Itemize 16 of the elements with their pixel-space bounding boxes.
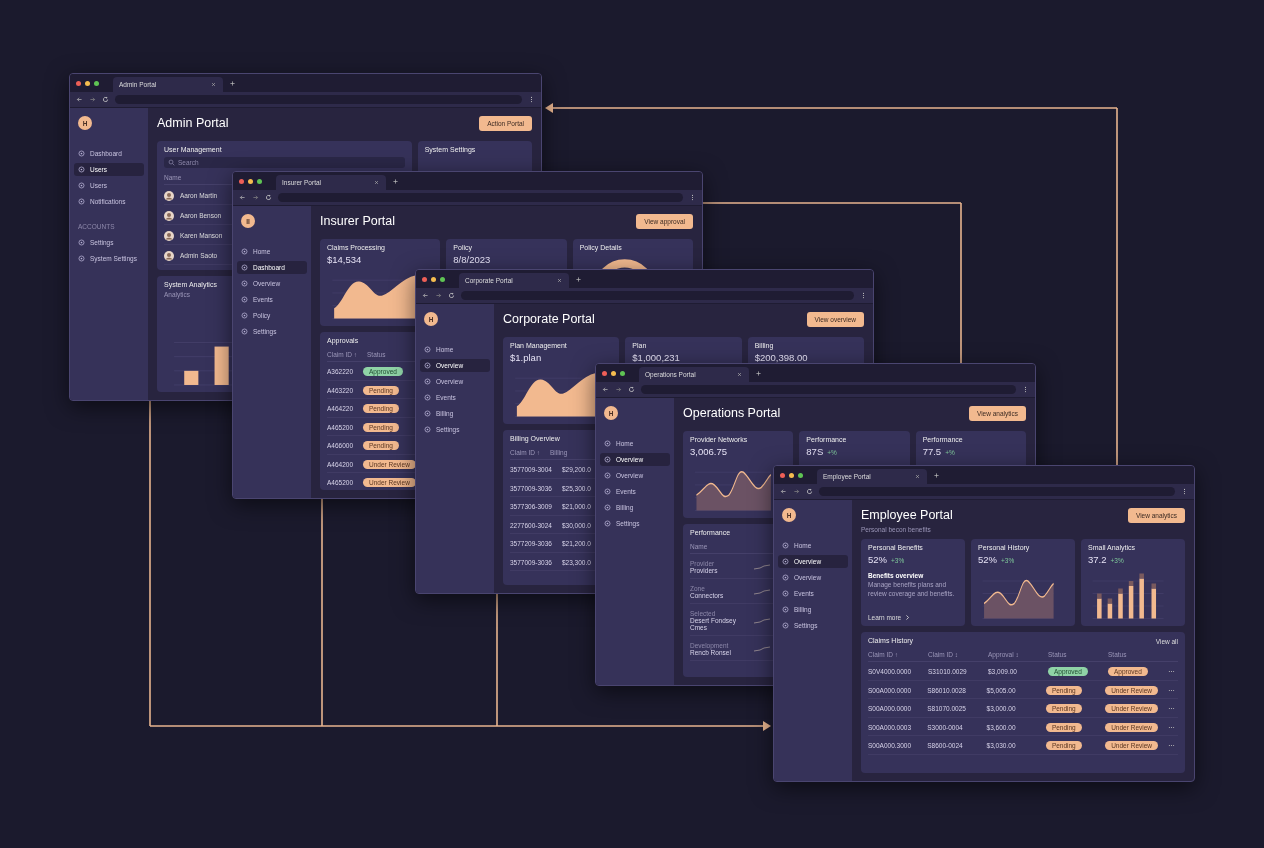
page-title: Admin Portal <box>157 116 229 130</box>
stat-value: $14,534 <box>327 254 362 265</box>
stat-value: 87S <box>806 446 824 457</box>
stat-value: $200,398.00 <box>754 352 808 363</box>
page-title: Insurer Portal <box>320 214 396 228</box>
stat-value: 77.5 <box>922 446 942 457</box>
stat-value: 52% <box>978 554 997 565</box>
page-title: Operations Portal <box>683 406 781 420</box>
stat-value: 3,006.75 <box>690 446 727 457</box>
page-title: Corporate Portal <box>503 312 595 326</box>
stat-value: $1,000,231 <box>632 352 680 363</box>
stat-value: $1.plan <box>510 352 542 363</box>
stat-value: 37.2 <box>1088 554 1107 565</box>
stat-value: 8/8/2023 <box>453 254 491 265</box>
stat-value: 52% <box>868 554 887 565</box>
page-title: Employee Portal <box>861 508 953 522</box>
